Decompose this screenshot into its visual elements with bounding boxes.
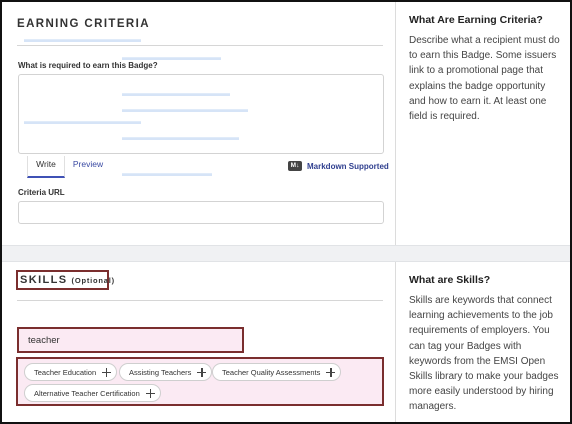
markdown-supported[interactable]: M↓ Markdown Supported — [288, 161, 389, 171]
section-divider — [17, 300, 383, 301]
skills-help: What are Skills? Skills are keywords tha… — [396, 262, 570, 422]
skill-chip-label: Teacher Quality Assessments — [222, 367, 321, 377]
plus-icon[interactable] — [145, 388, 155, 398]
skill-suggestions: Teacher Education Assisting Teachers Tea… — [16, 357, 384, 406]
criteria-description-textarea[interactable] — [18, 74, 384, 154]
skill-chip[interactable]: Teacher Quality Assessments — [212, 363, 342, 381]
page-frame: EARNING CRITERIA ▬▬▬▬▬▬▬▬▬▬▬▬▬ ▬▬▬▬▬▬▬▬▬… — [0, 0, 572, 424]
faded-background-text: ▬▬▬▬▬▬▬▬▬▬▬▬▬ — [24, 34, 141, 44]
plus-icon[interactable] — [102, 367, 112, 377]
faded-background-text: ▬▬▬▬▬▬▬▬▬▬ — [122, 168, 212, 178]
skills-heading: SKILLS (Optional) — [16, 270, 114, 290]
skills-section: SKILLS (Optional) Teacher Education Assi… — [2, 262, 570, 422]
skill-chip-label: Teacher Education — [34, 367, 97, 377]
section-divider — [17, 45, 383, 46]
markdown-icon: M↓ — [288, 161, 302, 171]
criteria-url-input[interactable] — [18, 201, 384, 224]
skill-chip[interactable]: Teacher Education — [24, 363, 118, 381]
earning-criteria-form: EARNING CRITERIA ▬▬▬▬▬▬▬▬▬▬▬▬▬ ▬▬▬▬▬▬▬▬▬… — [2, 2, 395, 245]
optional-label: (Optional) — [71, 275, 115, 285]
section-separator-band — [2, 245, 570, 262]
skill-chip[interactable]: Alternative Teacher Certification — [24, 384, 161, 402]
skills-form: SKILLS (Optional) Teacher Education Assi… — [2, 262, 395, 422]
tab-write[interactable]: Write — [27, 156, 65, 178]
help-text: Describe what a recipient must do to ear… — [409, 35, 560, 123]
earning-criteria-heading: EARNING CRITERIA — [17, 18, 150, 30]
plus-icon[interactable] — [326, 367, 336, 377]
skill-chip-label: Assisting Teachers — [129, 367, 192, 377]
skills-heading-text: SKILLS — [20, 274, 68, 286]
earning-criteria-help: What Are Earning Criteria? Describe what… — [396, 2, 570, 245]
help-title: What Are Earning Criteria? — [409, 14, 543, 26]
help-text: Skills are keywords that connect learnin… — [409, 295, 559, 413]
plus-icon[interactable] — [197, 367, 207, 377]
markdown-supported-link[interactable]: Markdown Supported — [307, 162, 389, 171]
criteria-description-label: What is required to earn this Badge? — [18, 61, 158, 70]
help-title: What are Skills? — [409, 274, 491, 286]
skill-chip-label: Alternative Teacher Certification — [34, 388, 140, 398]
criteria-url-label: Criteria URL — [18, 188, 65, 197]
skills-search-input[interactable] — [19, 329, 242, 351]
tab-preview[interactable]: Preview — [68, 156, 108, 178]
skills-search-field[interactable] — [17, 327, 244, 353]
earning-criteria-section: EARNING CRITERIA ▬▬▬▬▬▬▬▬▬▬▬▬▬ ▬▬▬▬▬▬▬▬▬… — [2, 2, 570, 245]
skill-chip[interactable]: Assisting Teachers — [119, 363, 213, 381]
